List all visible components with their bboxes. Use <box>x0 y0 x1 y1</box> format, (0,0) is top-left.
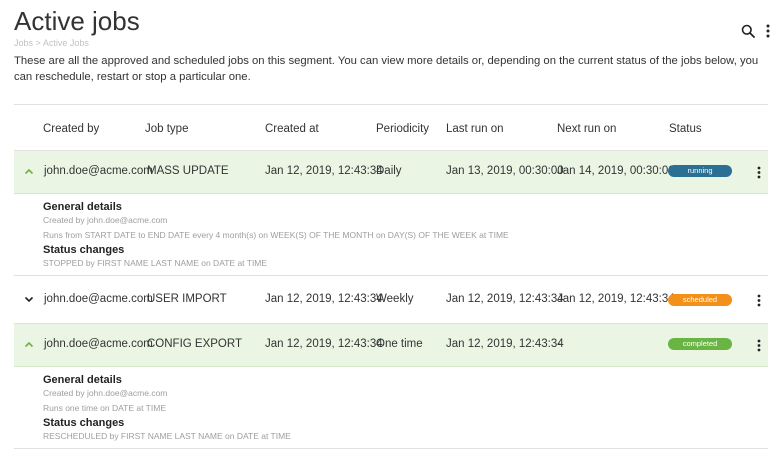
breadcrumb-jobs[interactable]: Jobs <box>14 38 33 48</box>
page-description: These are all the approved and scheduled… <box>14 55 759 83</box>
chevron-down-icon[interactable] <box>22 292 36 306</box>
row-more-icon[interactable] <box>752 337 766 353</box>
status-badge: running <box>668 165 732 177</box>
table-row[interactable]: john.doe@acme.com USER IMPORT Jan 12, 20… <box>14 276 768 324</box>
runs-detail: Runs one time on DATE at TIME <box>43 403 166 413</box>
chevron-up-icon[interactable] <box>22 164 36 178</box>
column-job-type[interactable]: Job type <box>145 123 188 135</box>
row-more-icon[interactable] <box>752 164 766 180</box>
top-actions <box>740 22 772 40</box>
column-last-run-on[interactable]: Last run on <box>446 123 504 135</box>
runs-detail: Runs from START DATE to END DATE every 4… <box>43 230 509 240</box>
status-badge: scheduled <box>668 294 732 306</box>
last-run-cell: Jan 13, 2019, 00:30:00 <box>446 165 564 177</box>
page-title: Active jobs <box>14 6 140 36</box>
column-created-by[interactable]: Created by <box>43 123 99 135</box>
next-run-cell: - <box>557 338 561 350</box>
created-by-detail: Created by john.doe@acme.com <box>43 215 168 225</box>
created-by-cell: john.doe@acme.com <box>44 338 153 350</box>
breadcrumb: Jobs > Active Jobs <box>14 38 89 48</box>
column-status[interactable]: Status <box>669 123 702 135</box>
search-icon[interactable] <box>740 22 756 40</box>
created-at-cell: Jan 12, 2019, 12:43:34 <box>265 293 383 305</box>
column-periodicity[interactable]: Periodicity <box>376 123 429 135</box>
periodicity-cell: Weekly <box>376 293 414 305</box>
general-details-heading: General details <box>43 374 122 386</box>
breadcrumb-separator: > <box>35 38 41 48</box>
breadcrumb-active-jobs: Active Jobs <box>42 38 89 48</box>
general-details-heading: General details <box>43 201 122 213</box>
table-header: Created by Job type Created at Periodici… <box>14 105 768 151</box>
table-row[interactable]: john.doe@acme.com CONFIG EXPORT Jan 12, … <box>14 324 768 367</box>
job-details: General details Created by john.doe@acme… <box>14 194 768 276</box>
next-run-cell: Jan 12, 2019, 12:43:34 <box>557 293 675 305</box>
created-at-cell: Jan 12, 2019, 12:43:34 <box>265 165 383 177</box>
status-badge: completed <box>668 338 732 350</box>
job-type-cell: USER IMPORT <box>147 293 227 305</box>
more-vertical-icon[interactable] <box>764 22 772 40</box>
created-by-detail: Created by john.doe@acme.com <box>43 388 168 398</box>
jobs-table: Created by Job type Created at Periodici… <box>14 104 768 449</box>
created-by-cell: john.doe@acme.com <box>44 165 153 177</box>
job-type-cell: CONFIG EXPORT <box>147 338 242 350</box>
column-next-run-on[interactable]: Next run on <box>557 123 616 135</box>
created-at-cell: Jan 12, 2019, 12:43:34 <box>265 338 383 350</box>
last-run-cell: Jan 12, 2019, 12:43:34 <box>446 338 564 350</box>
chevron-up-icon[interactable] <box>22 337 36 351</box>
status-change-detail: STOPPED by FIRST NAME LAST NAME on DATE … <box>43 258 268 268</box>
status-changes-heading: Status changes <box>43 244 125 256</box>
periodicity-cell: One time <box>376 338 423 350</box>
column-created-at[interactable]: Created at <box>265 123 319 135</box>
created-by-cell: john.doe@acme.com <box>44 293 153 305</box>
table-row[interactable]: john.doe@acme.com MASS UPDATE Jan 12, 20… <box>14 151 768 194</box>
row-more-icon[interactable] <box>752 292 766 308</box>
next-run-cell: Jan 14, 2019, 00:30:00 <box>557 165 675 177</box>
status-change-detail: RESCHEDULED by FIRST NAME LAST NAME on D… <box>43 431 291 441</box>
periodicity-cell: Daily <box>376 165 402 177</box>
job-type-cell: MASS UPDATE <box>147 165 229 177</box>
last-run-cell: Jan 12, 2019, 12:43:34 <box>446 293 564 305</box>
status-changes-heading: Status changes <box>43 417 125 429</box>
job-details: General details Created by john.doe@acme… <box>14 367 768 449</box>
